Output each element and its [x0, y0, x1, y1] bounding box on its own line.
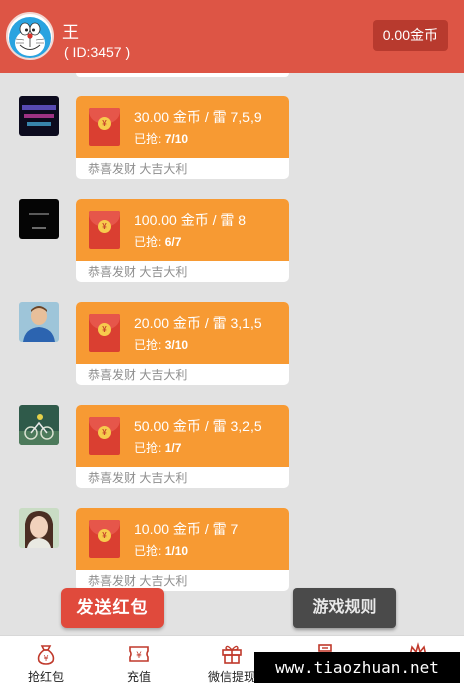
packet-grabbed: 已抢: 6/7 — [134, 233, 181, 250]
balance-badge[interactable]: 0.00金币 — [372, 20, 448, 51]
red-packet-body: ¥ 50.00 金币 / 雷 3,2,5 已抢: 1/7 — [76, 405, 289, 467]
red-packet-body: ¥ 10.00 金币 / 雷 7 已抢: 1/10 — [76, 508, 289, 570]
game-rules-button[interactable]: 游戏规则 — [293, 588, 396, 628]
grabbed-count: 1/10 — [164, 544, 189, 558]
packet-amount-mines: 10.00 金币 / 雷 7 — [134, 521, 239, 537]
list-item: ¥ 10.00 金币 / 雷 7 已抢: 1/10 恭喜发财 大吉大利 — [0, 508, 464, 600]
nav-recharge[interactable]: ¥ 充值 — [99, 636, 179, 688]
list-item: ¥ 30.00 金币 / 雷 7,5,9 已抢: 7/10 恭喜发财 大吉大利 — [0, 96, 464, 188]
packet-greeting: 恭喜发财 大吉大利 — [88, 265, 188, 279]
sender-avatar[interactable] — [19, 508, 59, 548]
red-envelope-icon: ¥ — [89, 314, 120, 352]
grabbed-label: 已抢: — [134, 132, 162, 146]
sender-avatar[interactable] — [19, 199, 59, 239]
site-watermark: www.tiaozhuan.net — [254, 652, 460, 683]
red-packet-card[interactable]: ¥ 100.00 金币 / 雷 8 已抢: 6/7 恭喜发财 大吉大利 — [76, 199, 289, 282]
packet-greeting: 恭喜发财 大吉大利 — [88, 471, 188, 485]
grabbed-count: 7/10 — [164, 132, 189, 146]
packet-grabbed: 已抢: 3/10 — [134, 336, 188, 353]
sender-avatar[interactable] — [19, 302, 59, 342]
list-item: ¥ 20.00 金币 / 雷 3,1,5 已抢: 3/10 恭喜发财 大吉大利 — [0, 302, 464, 394]
red-packet-card[interactable]: ¥ 30.00 金币 / 雷 7,5,9 已抢: 7/10 恭喜发财 大吉大利 — [76, 96, 289, 179]
list-item: ¥ 50.00 金币 / 雷 3,2,5 已抢: 1/7 恭喜发财 大吉大利 — [0, 405, 464, 497]
packet-amount-mines: 50.00 金币 / 雷 3,2,5 — [134, 418, 262, 434]
user-name: 王 — [62, 23, 79, 42]
doraemon-avatar-icon — [9, 17, 51, 58]
nav-label: 抢红包 — [27, 670, 64, 684]
dark-neon-text-thumbnail-icon — [19, 96, 59, 136]
previous-message-edge — [76, 73, 289, 77]
money-bag-icon: ¥ — [37, 645, 55, 665]
dark-thumbnail-icon — [19, 199, 59, 239]
red-packet-feed[interactable]: ¥ 30.00 金币 / 雷 7,5,9 已抢: 7/10 恭喜发财 大吉大利 … — [0, 73, 464, 635]
packet-greeting: 恭喜发财 大吉大利 — [88, 368, 188, 382]
packet-amount-mines: 100.00 金币 / 雷 8 — [134, 212, 247, 228]
top-header: 王 ( ID:3457 ) 0.00金币 — [0, 0, 464, 73]
list-item: ¥ 100.00 金币 / 雷 8 已抢: 6/7 恭喜发财 大吉大利 — [0, 199, 464, 291]
grabbed-count: 3/10 — [164, 338, 189, 352]
svg-text:¥: ¥ — [43, 654, 48, 663]
yuan-ticket-icon: ¥ — [129, 646, 149, 662]
packet-greeting: 恭喜发财 大吉大利 — [88, 162, 188, 176]
red-envelope-icon: ¥ — [89, 417, 120, 455]
girl-portrait-thumbnail-icon — [19, 508, 59, 548]
person-portrait-thumbnail-icon — [19, 302, 59, 342]
gift-icon — [222, 645, 242, 664]
red-envelope-icon: ¥ — [89, 520, 120, 558]
red-packet-body: ¥ 100.00 金币 / 雷 8 已抢: 6/7 — [76, 199, 289, 261]
nav-label: 充值 — [126, 670, 151, 684]
red-envelope-icon: ¥ — [89, 211, 120, 249]
sender-avatar[interactable] — [19, 405, 59, 445]
packet-amount-mines: 30.00 金币 / 雷 7,5,9 — [134, 109, 262, 125]
grabbed-label: 已抢: — [134, 235, 162, 249]
red-packet-body: ¥ 30.00 金币 / 雷 7,5,9 已抢: 7/10 — [76, 96, 289, 158]
send-red-packet-button[interactable]: 发送红包 — [61, 588, 164, 628]
packet-amount-mines: 20.00 金币 / 雷 3,1,5 — [134, 315, 262, 331]
red-packet-card[interactable]: ¥ 20.00 金币 / 雷 3,1,5 已抢: 3/10 恭喜发财 大吉大利 — [76, 302, 289, 385]
red-packet-card[interactable]: ¥ 10.00 金币 / 雷 7 已抢: 1/10 恭喜发财 大吉大利 — [76, 508, 289, 591]
red-packet-body: ¥ 20.00 金币 / 雷 3,1,5 已抢: 3/10 — [76, 302, 289, 364]
grabbed-label: 已抢: — [134, 544, 162, 558]
packet-grabbed: 已抢: 1/10 — [134, 542, 188, 559]
nav-grab-red-packet[interactable]: ¥ 抢红包 — [6, 636, 86, 688]
grabbed-label: 已抢: — [134, 441, 162, 455]
grabbed-label: 已抢: — [134, 338, 162, 352]
red-envelope-icon: ¥ — [89, 108, 120, 146]
user-avatar[interactable] — [6, 12, 54, 60]
svg-text:¥: ¥ — [136, 651, 142, 661]
bicycle-race-thumbnail-icon — [19, 405, 59, 445]
red-packet-card[interactable]: ¥ 50.00 金币 / 雷 3,2,5 已抢: 1/7 恭喜发财 大吉大利 — [76, 405, 289, 488]
sender-avatar[interactable] — [19, 96, 59, 136]
packet-greeting: 恭喜发财 大吉大利 — [88, 574, 188, 588]
grabbed-count: 1/7 — [164, 441, 182, 455]
packet-grabbed: 已抢: 1/7 — [134, 439, 181, 456]
packet-grabbed: 已抢: 7/10 — [134, 130, 188, 147]
user-id: ( ID:3457 ) — [64, 44, 131, 60]
grabbed-count: 6/7 — [164, 235, 182, 249]
